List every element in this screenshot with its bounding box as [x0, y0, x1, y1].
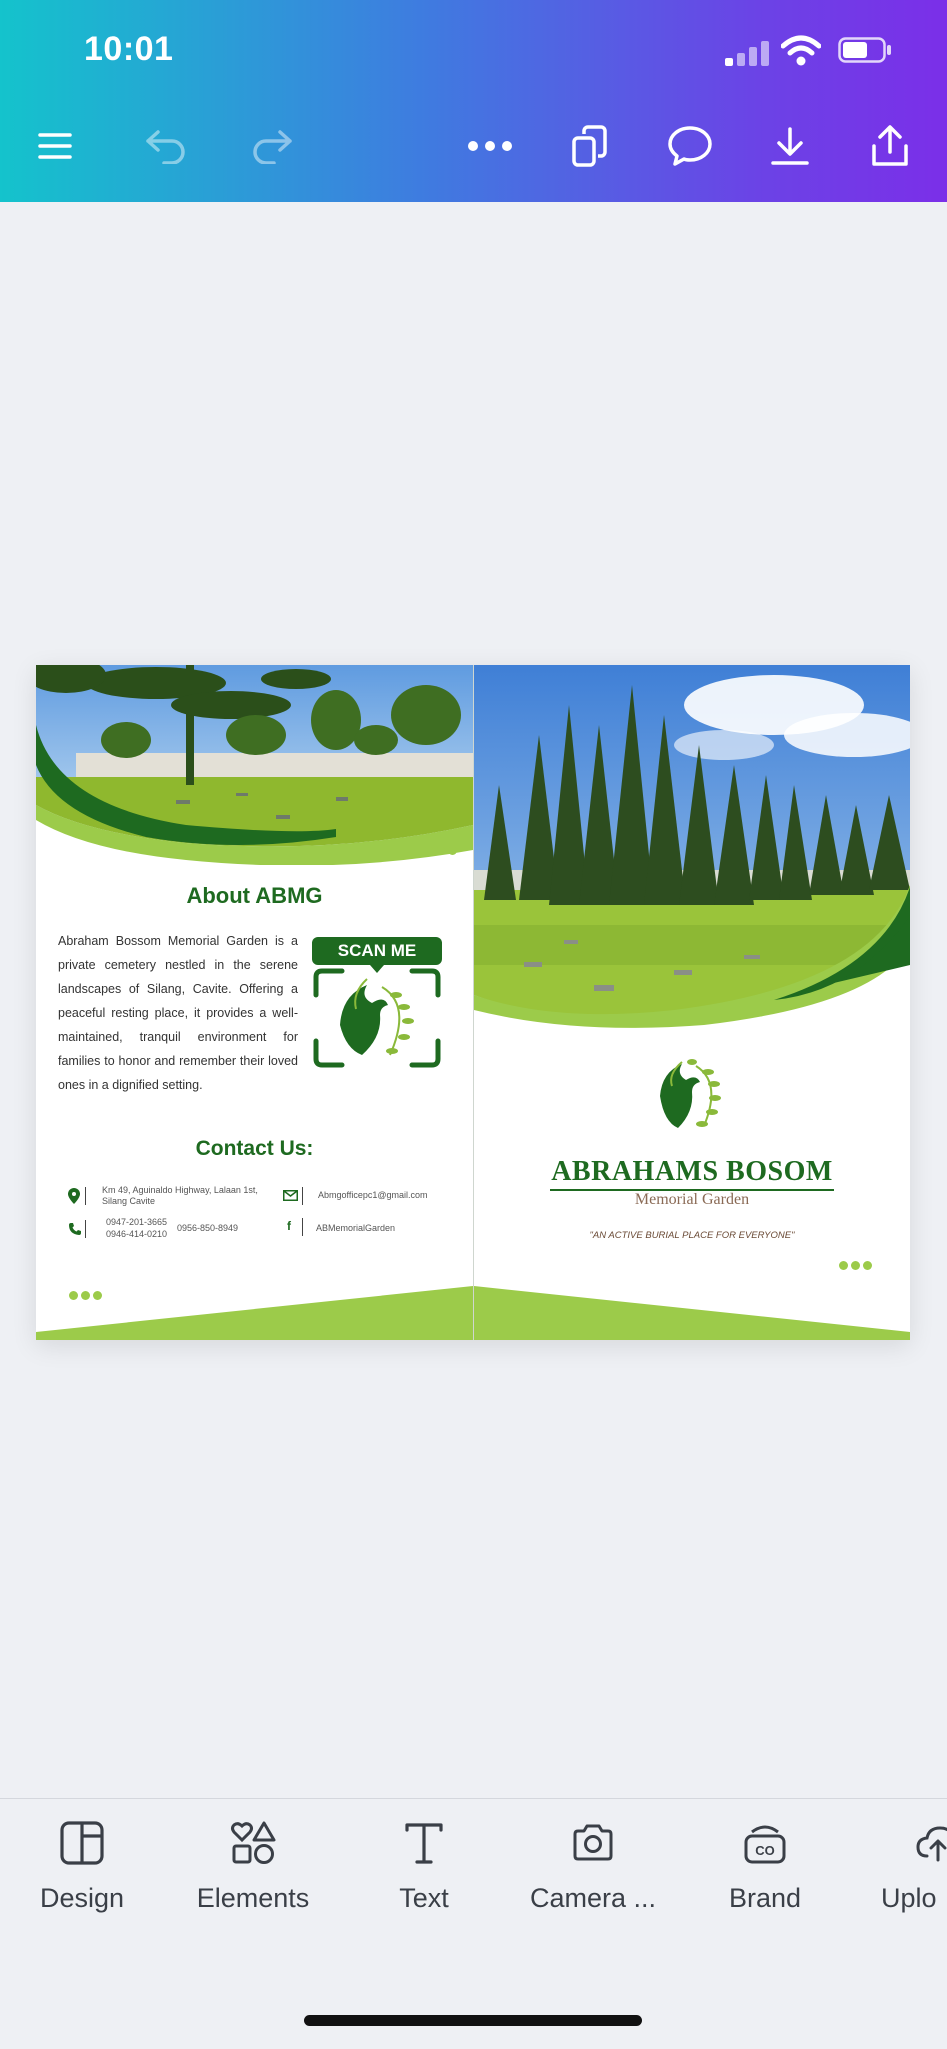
footer-wave-left [36, 1286, 473, 1340]
tab-uploads[interactable]: Uplo [855, 1820, 947, 1914]
elements-shapes-icon [231, 1821, 276, 1864]
facebook-icon: f [287, 1219, 291, 1233]
about-paragraph: Abraham Bossom Memorial Garden is a priv… [58, 934, 298, 1092]
more-icon[interactable] [462, 118, 518, 174]
decor-dots [839, 1261, 872, 1270]
design-canvas[interactable]: About ABMG Abraham Bossom Memorial Garde… [36, 665, 910, 1340]
svg-text:CO: CO [755, 1843, 775, 1858]
brand-tagline: "AN ACTIVE BURIAL PLACE FOR EVERYONE" [589, 1230, 795, 1241]
qr-dove-logo [313, 965, 441, 1068]
tab-label: Elements [196, 1883, 310, 1913]
contact-email: Abmgofficepc1@gmail.com [318, 1190, 428, 1200]
upload-cloud-icon [916, 1826, 947, 1862]
phone-2: 0946-414-0210 [106, 1229, 168, 1239]
scan-me-label: SCAN ME [312, 937, 442, 965]
tab-design[interactable]: Design [2, 1820, 162, 1914]
brand-title: ABRAHAMS BOSOM [551, 1156, 833, 1187]
tab-label: Text [399, 1883, 449, 1913]
divider [85, 1220, 86, 1238]
tab-label: Camera ... [529, 1883, 657, 1913]
status-time: 10:01 [84, 30, 174, 68]
home-indicator [304, 2015, 642, 2026]
phone-icon [69, 1223, 81, 1235]
about-title: About ABMG [186, 883, 323, 908]
tab-label: Design [39, 1883, 125, 1913]
menu-icon[interactable] [27, 118, 83, 174]
top-toolbar: 10:01 [0, 0, 947, 202]
contact-facebook: ABMemorialGarden [316, 1223, 396, 1233]
pages-icon[interactable] [562, 118, 618, 174]
divider [302, 1218, 303, 1236]
divider [302, 1187, 303, 1205]
tab-elements[interactable]: Elements [173, 1820, 333, 1914]
undo-icon[interactable] [138, 118, 194, 174]
contact-address: Km 49, Aguinaldo Highway, Lalaan 1st, Si… [102, 1185, 258, 1206]
brand-icon: CO [744, 1825, 786, 1864]
wifi-icon [781, 35, 821, 66]
brochure-right-page[interactable]: ABRAHAMS BOSOM Memorial Garden "AN ACTIV… [474, 665, 910, 1340]
redo-icon[interactable] [244, 118, 300, 174]
location-pin-icon [68, 1188, 80, 1204]
brand-subtitle: Memorial Garden [634, 1191, 750, 1208]
contact-title: Contact Us: [195, 1137, 314, 1160]
divider [85, 1187, 86, 1205]
email-icon [283, 1190, 298, 1201]
camera-icon [573, 1824, 613, 1861]
footer-wave-right [474, 1286, 910, 1340]
text-t-icon [405, 1823, 443, 1864]
download-icon[interactable] [762, 118, 818, 174]
dove-logo [660, 1059, 721, 1128]
phone-3: 0956-850-8949 [177, 1223, 239, 1233]
design-layout-icon [60, 1821, 104, 1865]
tab-camera[interactable]: Camera ... [513, 1820, 673, 1914]
comment-icon[interactable] [662, 118, 718, 174]
phone-1: 0947-201-3665 [106, 1217, 168, 1227]
decor-dots [424, 846, 457, 855]
tab-label: Brand [728, 1883, 802, 1913]
tab-label: Uplo [881, 1883, 937, 1913]
battery-icon [838, 37, 891, 63]
tab-text[interactable]: Text [344, 1820, 504, 1914]
share-icon[interactable] [862, 118, 918, 174]
brochure-left-page[interactable]: About ABMG Abraham Bossom Memorial Garde… [36, 665, 473, 1340]
cemetery-photo-left [36, 665, 473, 865]
cellular-signal-icon [725, 40, 771, 66]
tab-brand[interactable]: CO Brand [685, 1820, 845, 1914]
cemetery-photo-right [474, 665, 910, 1028]
